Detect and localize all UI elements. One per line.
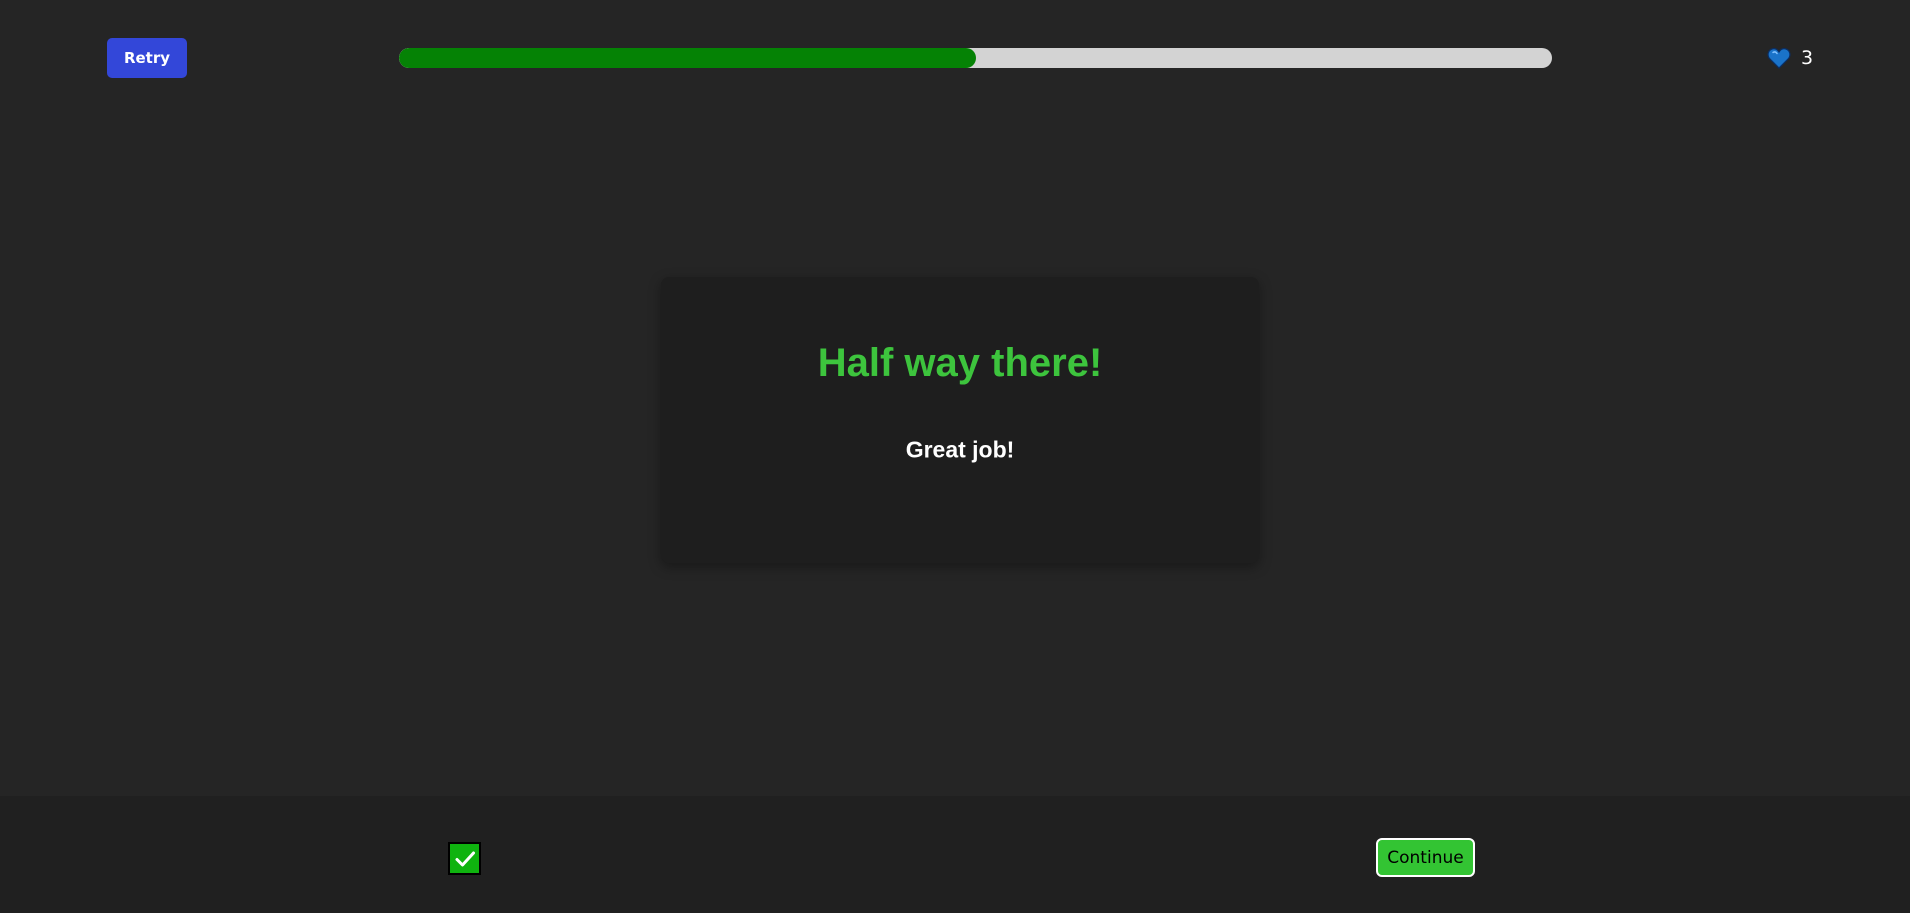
card-title: Half way there!: [817, 341, 1103, 385]
progress-bar: [399, 48, 1552, 68]
progress-bar-fill: [399, 48, 976, 68]
lesson-page: Retry 3 Half way there! Great job! Conti…: [0, 0, 1910, 913]
correct-status-box: [448, 842, 481, 875]
check-icon: [455, 851, 475, 866]
continue-button[interactable]: Continue: [1376, 838, 1475, 877]
retry-button[interactable]: Retry: [107, 38, 187, 78]
lives-indicator: 3: [1767, 44, 1813, 72]
footer-bar: [0, 796, 1910, 913]
message-card: Half way there! Great job!: [661, 277, 1259, 563]
heart-icon: [1767, 48, 1791, 69]
card-subtitle: Great job!: [905, 436, 1015, 463]
lives-count: 3: [1801, 47, 1814, 69]
